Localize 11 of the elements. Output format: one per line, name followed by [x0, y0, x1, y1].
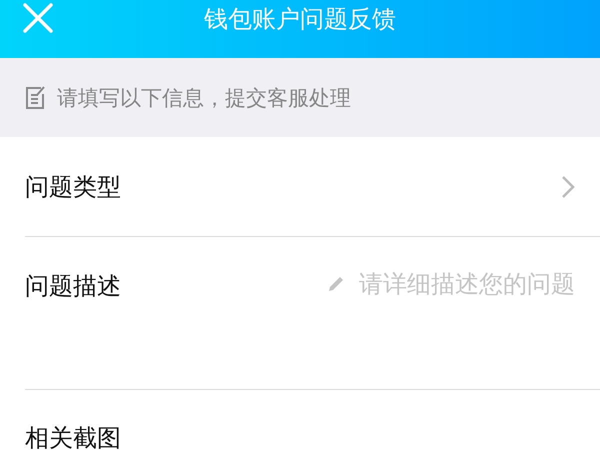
close-icon: [22, 2, 54, 34]
chevron-right-icon[interactable]: [561, 174, 575, 198]
description-field[interactable]: 请详细描述您的问题: [353, 270, 575, 298]
problem-description-label: 问题描述: [25, 271, 121, 302]
page-title: 钱包账户问题反馈: [203, 4, 397, 35]
problem-type-label[interactable]: 问题类型: [25, 170, 121, 202]
notice-text: 请填写以下信息，提交客服处理: [57, 84, 351, 112]
close-button[interactable]: [22, 2, 54, 34]
screenshot-label: 相关截图: [25, 423, 121, 450]
note-icon: [25, 86, 45, 110]
pencil-icon: [327, 275, 345, 293]
